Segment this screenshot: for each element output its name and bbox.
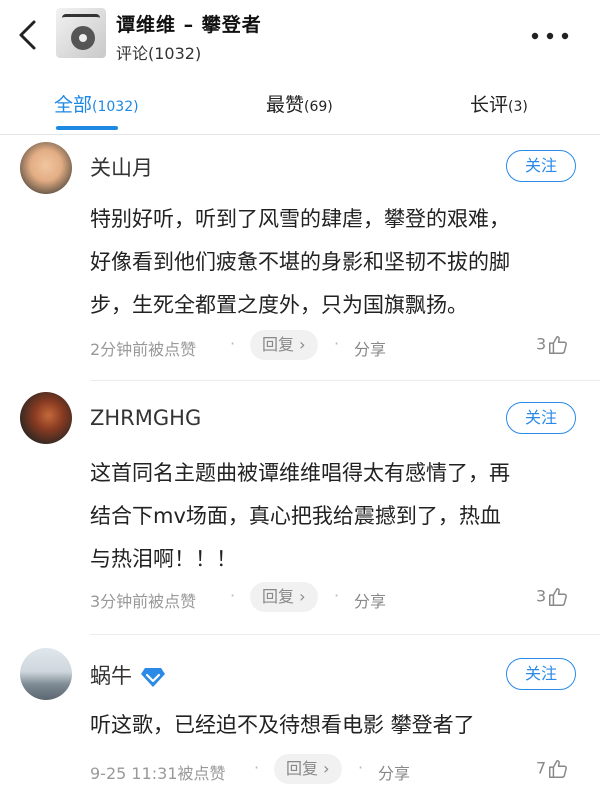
username[interactable]: 关山月 <box>90 152 153 182</box>
reply-button[interactable]: 回复 › <box>250 330 318 360</box>
username[interactable]: ZHRMGHG <box>90 406 201 430</box>
tab-all[interactable]: 全部(1032) <box>54 90 139 117</box>
thumbs-up-icon <box>549 588 568 606</box>
comment-line: 与热泪啊！！！ <box>90 547 237 571</box>
page-title: 谭维维 – 攀登者 <box>116 14 262 36</box>
comment-count: 评论(1032) <box>116 44 202 63</box>
divider <box>90 380 600 381</box>
comment-line: 结合下mv场面，真心把我给震撼到了，热血 <box>90 504 501 528</box>
more-options-icon[interactable] <box>528 26 572 46</box>
timestamp: 3分钟前被点赞 <box>90 592 197 611</box>
comment-line: 特别好听，听到了风雪的肆虐，攀登的艰难， <box>90 207 510 231</box>
reply-button[interactable]: 回复 › <box>250 582 318 612</box>
comment-text: 听这歌，已经迫不及待想看电影 攀登者了 <box>90 704 590 747</box>
share-button[interactable]: 分享 <box>354 588 386 612</box>
vip-diamond-icon <box>141 668 165 687</box>
back-arrow-icon[interactable] <box>14 18 44 52</box>
active-tab-indicator <box>56 126 118 130</box>
tab-bar: 全部(1032) 最赞(69) 长评(3) <box>0 72 600 135</box>
comment-line: 步，生死全都置之度外，只为国旗飘扬。 <box>90 293 468 317</box>
album-cover[interactable] <box>56 8 106 58</box>
tab-long[interactable]: 长评(3) <box>470 90 528 117</box>
comment-line: 这首同名主题曲被谭维维唱得太有感情了，再 <box>90 461 510 485</box>
follow-button[interactable]: 关注 <box>506 150 576 182</box>
like-count: 3 <box>536 334 547 354</box>
timestamp: 2分钟前被点赞 <box>90 340 197 359</box>
share-button[interactable]: 分享 <box>378 760 410 784</box>
comment-line: 听这歌，已经迫不及待想看电影 攀登者了 <box>90 713 475 737</box>
like-button[interactable]: 3 <box>536 586 569 608</box>
header-bar: 谭维维 – 攀登者 评论(1032) <box>0 0 600 72</box>
avatar[interactable] <box>20 648 72 700</box>
like-button[interactable]: 7 <box>536 758 569 780</box>
comment-text: 这首同名主题曲被谭维维唱得太有感情了，再 结合下mv场面，真心把我给震撼到了，热… <box>90 452 590 581</box>
follow-button[interactable]: 关注 <box>506 658 576 690</box>
reply-button[interactable]: 回复 › <box>274 754 342 784</box>
like-count: 7 <box>536 758 547 778</box>
comment-meta: 9-25 11:31被点赞 · 回复 › · 分享 7 <box>90 754 590 788</box>
avatar[interactable] <box>20 392 72 444</box>
follow-button[interactable]: 关注 <box>506 402 576 434</box>
comment-line: 好像看到他们疲惫不堪的身影和坚韧不拔的脚 <box>90 250 510 274</box>
comment-text: 特别好听，听到了风雪的肆虐，攀登的艰难， 好像看到他们疲惫不堪的身影和坚韧不拔的… <box>90 198 590 327</box>
comment-meta: 3分钟前被点赞 · 回复 › · 分享 3 <box>90 582 590 616</box>
thumbs-up-icon <box>549 760 568 778</box>
avatar[interactable] <box>20 142 72 194</box>
divider <box>90 634 600 635</box>
share-button[interactable]: 分享 <box>354 336 386 360</box>
comment-meta: 2分钟前被点赞 · 回复 › · 分享 3 <box>90 330 590 364</box>
thumbs-up-icon <box>549 336 568 354</box>
username[interactable]: 蜗牛 <box>90 660 166 690</box>
like-button[interactable]: 3 <box>536 334 569 356</box>
timestamp: 9-25 11:31被点赞 <box>90 764 226 783</box>
like-count: 3 <box>536 586 547 606</box>
tab-top[interactable]: 最赞(69) <box>266 90 333 117</box>
